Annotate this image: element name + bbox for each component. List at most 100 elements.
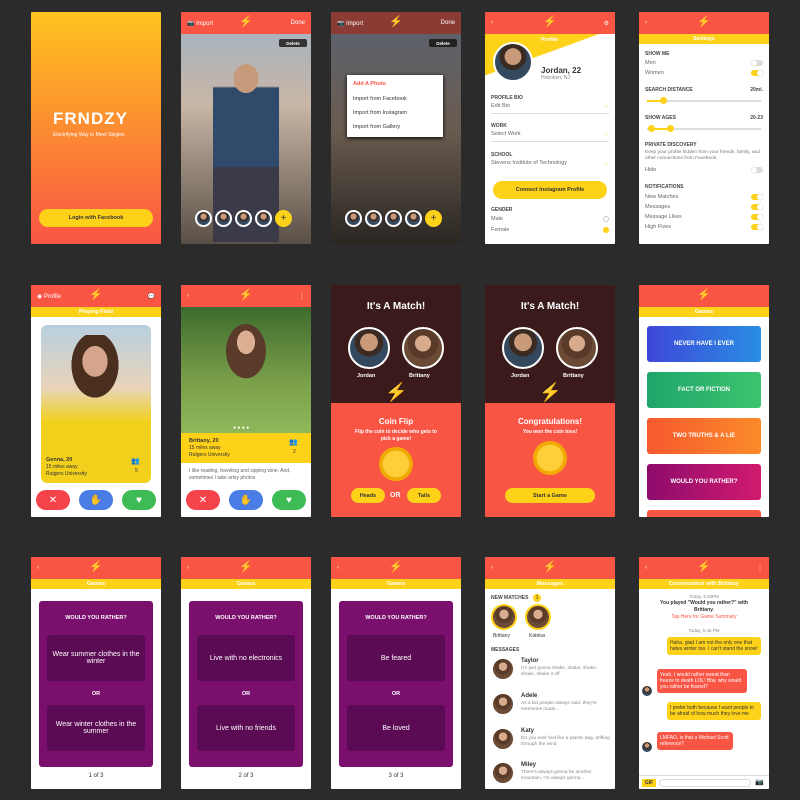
game-two-truths[interactable]: TWO TRUTHS & A LIE (647, 418, 761, 454)
notif-toggle[interactable] (751, 194, 763, 200)
notif-toggle[interactable] (751, 204, 763, 210)
photo-thumb[interactable] (385, 210, 402, 227)
chat-icon[interactable]: 💬 (148, 293, 155, 300)
avatar (491, 727, 515, 751)
gender-female[interactable]: Female (491, 227, 609, 233)
list-item[interactable]: Katy Do you ever feel like a plastic bag… (491, 725, 611, 757)
done-button[interactable]: Done (441, 20, 455, 26)
slider-handle[interactable] (660, 97, 667, 104)
back-icon[interactable]: ‹ (187, 293, 189, 299)
option-a[interactable]: Wear summer clothes in the winter (47, 635, 145, 681)
photo-dots[interactable]: ● ● ● ● (233, 425, 249, 431)
photo-thumb[interactable] (345, 210, 362, 227)
distance-slider[interactable] (647, 97, 761, 104)
notif-row[interactable]: Messages (645, 204, 763, 210)
bolt-icon: ⚡ (543, 561, 557, 573)
connect-instagram-button[interactable]: Connect Instagram Profile (493, 181, 607, 199)
notif-toggle[interactable] (751, 214, 763, 220)
game-fact-or-fiction[interactable]: FACT OR FICTION (647, 372, 761, 408)
match-avatar[interactable] (491, 604, 517, 630)
back-icon[interactable]: ‹ (645, 565, 647, 571)
hide-toggle-row[interactable]: Hide (645, 167, 763, 173)
back-icon[interactable]: ‹ (337, 565, 339, 571)
page-title: Games (331, 579, 461, 589)
add-photo-button[interactable]: + (425, 210, 442, 227)
notif-row[interactable]: New Matches (645, 194, 763, 200)
work-field[interactable]: Select Work → (491, 131, 609, 137)
list-item[interactable]: Taylor I'm just gonna shake, shake, shak… (491, 655, 611, 687)
back-icon[interactable]: ‹ (491, 565, 493, 571)
women-toggle-row[interactable]: Women (645, 70, 763, 76)
divider (491, 113, 609, 114)
profile-link[interactable]: ◉ Profile (37, 293, 61, 300)
women-toggle[interactable] (751, 70, 763, 76)
game-never-have-i-ever[interactable]: NEVER HAVE I EVER (647, 326, 761, 362)
gender-male[interactable]: Male (491, 216, 609, 222)
done-button[interactable]: Done (291, 20, 305, 26)
coin-icon[interactable] (379, 447, 413, 481)
message-input[interactable] (659, 779, 751, 787)
hide-toggle[interactable] (751, 167, 763, 173)
header: ‹ ⚡ ⋮ (639, 557, 769, 579)
more-icon[interactable]: ⋮ (757, 565, 763, 572)
photo-thumb[interactable] (195, 210, 212, 227)
heads-button[interactable]: Heads (351, 488, 385, 503)
ages-slider[interactable] (647, 125, 761, 132)
option-a[interactable]: Live with no electronics (197, 635, 295, 681)
notif-row[interactable]: High Fives (645, 224, 763, 230)
option-b[interactable]: Be loved (347, 705, 445, 751)
match-avatar[interactable] (525, 604, 551, 630)
option-b[interactable]: Live with no friends (197, 705, 295, 751)
list-item[interactable]: Adele As a kid people always said, they'… (491, 690, 611, 722)
back-icon[interactable]: ‹ (187, 565, 189, 571)
option-b[interactable]: Wear winter clothes in the summer (47, 705, 145, 751)
men-toggle-row[interactable]: Men (645, 60, 763, 66)
photo-thumb[interactable] (235, 210, 252, 227)
like-button[interactable]: ♥ (122, 490, 156, 510)
list-item[interactable]: Miley There's always gonna be another mo… (491, 759, 611, 789)
coin-flip-description: Flip the coin to decide who gets to pick… (355, 429, 437, 442)
delete-button[interactable]: Delete (429, 39, 457, 47)
start-game-button[interactable]: Start a Game (505, 488, 595, 503)
back-icon[interactable]: ‹ (645, 20, 647, 26)
back-icon[interactable]: ‹ (491, 20, 493, 26)
delete-button[interactable]: Delete (279, 39, 307, 47)
match-name: Katniss (529, 633, 546, 639)
photo-thumb[interactable] (405, 210, 422, 227)
game-summary-link[interactable]: Tap Here for Game Summary (639, 614, 769, 621)
bio-field[interactable]: Edit Bio → (491, 103, 609, 109)
camera-icon[interactable]: 📷 Import (187, 20, 213, 27)
login-facebook-button[interactable]: Login with Facebook (39, 209, 153, 227)
game-would-you-rather[interactable]: WOULD YOU RATHER? (647, 464, 761, 500)
photo-thumb[interactable] (215, 210, 232, 227)
profile-card[interactable]: Genna, 20 15 miles away Rutgers Universi… (41, 325, 151, 483)
reject-button[interactable]: ✕ (36, 490, 70, 510)
gear-icon[interactable]: ⚙ (604, 20, 609, 27)
notif-row[interactable]: Message Likes (645, 214, 763, 220)
tails-button[interactable]: Tails (407, 488, 441, 503)
photo-thumb[interactable] (255, 210, 272, 227)
more-icon[interactable]: ⋮ (299, 293, 305, 300)
slider-handle[interactable] (648, 125, 655, 132)
photo-thumb[interactable] (365, 210, 382, 227)
slider-handle[interactable] (667, 125, 674, 132)
school-field[interactable]: Stevens Institute of Technology → (491, 160, 609, 166)
question-card: WOULD YOU RATHER? Be feared OR Be loved (339, 601, 453, 767)
back-icon[interactable]: ‹ (37, 565, 39, 571)
add-photo-button[interactable]: + (275, 210, 292, 227)
menu-item-gallery[interactable]: Import from Gallery (353, 124, 400, 131)
gif-button[interactable]: GIF (642, 779, 656, 787)
camera-icon[interactable]: 📷 (755, 778, 764, 786)
bolt-icon: ⚡ (389, 561, 403, 573)
camera-icon[interactable]: 📷 Import (337, 20, 363, 27)
menu-item-facebook[interactable]: Import from Facebook (353, 96, 407, 103)
high-five-button[interactable]: ✋ (229, 490, 263, 510)
like-button[interactable]: ♥ (272, 490, 306, 510)
menu-item-instagram[interactable]: Import from Instagram (353, 110, 407, 117)
reject-button[interactable]: ✕ (186, 490, 220, 510)
option-a[interactable]: Be feared (347, 635, 445, 681)
high-five-button[interactable]: ✋ (79, 490, 113, 510)
distance-label: SEARCH DISTANCE (645, 87, 693, 93)
men-toggle[interactable] (751, 60, 763, 66)
notif-toggle[interactable] (751, 224, 763, 230)
